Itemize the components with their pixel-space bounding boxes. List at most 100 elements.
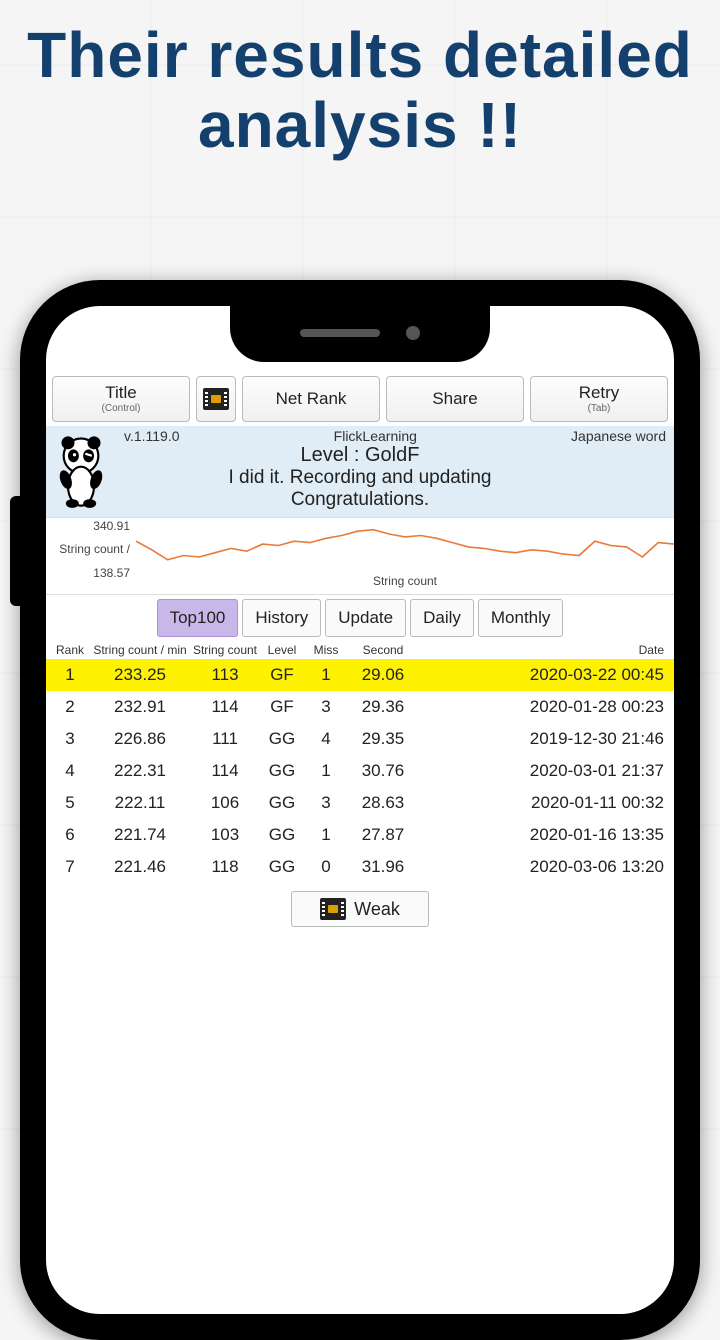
cell: 3 xyxy=(304,697,348,717)
cell: 2 xyxy=(50,697,90,717)
cell: GF xyxy=(260,665,304,685)
cell: GG xyxy=(260,761,304,781)
screen: Title (Control) Net Rank Share Retry (Ta… xyxy=(46,306,674,1314)
cell: 114 xyxy=(190,761,260,781)
phone-frame: Title (Control) Net Rank Share Retry (Ta… xyxy=(20,280,700,1340)
cell: 7 xyxy=(50,857,90,877)
cell: 1 xyxy=(304,761,348,781)
congrats-line2: Congratulations. xyxy=(54,489,666,511)
cell: 2020-01-16 13:35 xyxy=(418,825,670,845)
tab-row: Top100HistoryUpdateDailyMonthly xyxy=(46,595,674,641)
sparkline-chart: 340.91 String count / 138.57 String coun… xyxy=(46,517,674,595)
chart-ymin: 138.57 xyxy=(93,567,130,580)
table-row[interactable]: 6221.74103GG127.872020-01-16 13:35 xyxy=(46,819,674,851)
share-button-label: Share xyxy=(432,390,477,409)
title-button[interactable]: Title (Control) xyxy=(52,376,190,422)
tab-monthly[interactable]: Monthly xyxy=(478,599,564,637)
cell: 29.36 xyxy=(348,697,418,717)
film-icon xyxy=(320,898,346,920)
hdr-sc: String count xyxy=(190,643,260,657)
weak-button[interactable]: Weak xyxy=(291,891,429,927)
cell: 2020-01-28 00:23 xyxy=(418,697,670,717)
weak-button-label: Weak xyxy=(354,899,400,920)
cell: 1 xyxy=(304,665,348,685)
cell: 222.31 xyxy=(90,761,190,781)
retry-button-label: Retry xyxy=(579,384,620,403)
app-name: FlickLearning xyxy=(334,428,417,444)
cell: 118 xyxy=(190,857,260,877)
cell: GG xyxy=(260,729,304,749)
cell: 111 xyxy=(190,729,260,749)
cell: 114 xyxy=(190,697,260,717)
chart-ymax: 340.91 xyxy=(93,520,130,533)
level-text: Level : GoldF xyxy=(54,444,666,467)
netrank-button-label: Net Rank xyxy=(276,390,347,409)
cell: 2020-03-01 21:37 xyxy=(418,761,670,781)
table-row[interactable]: 1233.25113GF129.062020-03-22 00:45 xyxy=(46,659,674,691)
video-button[interactable] xyxy=(196,376,236,422)
cell: 232.91 xyxy=(90,697,190,717)
cell: 3 xyxy=(304,793,348,813)
phone-side-button xyxy=(10,496,24,606)
hdr-rank: Rank xyxy=(50,643,90,657)
chart-y-labels: 340.91 String count / 138.57 xyxy=(46,518,132,594)
promo-headline: Their results detailed analysis !! xyxy=(0,0,720,171)
congrats-line1: I did it. Recording and updating xyxy=(54,467,666,489)
cell: 6 xyxy=(50,825,90,845)
version-text: v.1.119.0 xyxy=(124,428,180,444)
tab-daily[interactable]: Daily xyxy=(410,599,474,637)
cell: 103 xyxy=(190,825,260,845)
cell: 5 xyxy=(50,793,90,813)
cell: 2020-01-11 00:32 xyxy=(418,793,670,813)
chart-xlabel: String count xyxy=(136,574,674,588)
cell: 1 xyxy=(50,665,90,685)
cell: 3 xyxy=(50,729,90,749)
table-row[interactable]: 3226.86111GG429.352019-12-30 21:46 xyxy=(46,723,674,755)
cell: GF xyxy=(260,697,304,717)
cell: 31.96 xyxy=(348,857,418,877)
retry-button[interactable]: Retry (Tab) xyxy=(530,376,668,422)
cell: 233.25 xyxy=(90,665,190,685)
cell: 28.63 xyxy=(348,793,418,813)
table-row[interactable]: 7221.46118GG031.962020-03-06 13:20 xyxy=(46,851,674,883)
cell: GG xyxy=(260,825,304,845)
cell: 2020-03-06 13:20 xyxy=(418,857,670,877)
cell: 29.06 xyxy=(348,665,418,685)
tab-history[interactable]: History xyxy=(242,599,321,637)
cell: 27.87 xyxy=(348,825,418,845)
hdr-date: Date xyxy=(418,643,670,657)
cell: 2020-03-22 00:45 xyxy=(418,665,670,685)
ranking-table: Rank String count / min String count Lev… xyxy=(46,641,674,883)
cell: 221.74 xyxy=(90,825,190,845)
cell: 0 xyxy=(304,857,348,877)
mode-text: Japanese word xyxy=(571,428,666,444)
result-banner: v.1.119.0 FlickLearning Japanese word Le… xyxy=(46,426,674,517)
netrank-button[interactable]: Net Rank xyxy=(242,376,380,422)
hdr-miss: Miss xyxy=(304,643,348,657)
table-row[interactable]: 4222.31114GG130.762020-03-01 21:37 xyxy=(46,755,674,787)
panda-icon xyxy=(48,432,114,510)
cell: 222.11 xyxy=(90,793,190,813)
cell: GG xyxy=(260,857,304,877)
table-row[interactable]: 2232.91114GF329.362020-01-28 00:23 xyxy=(46,691,674,723)
cell: 1 xyxy=(304,825,348,845)
cell: 4 xyxy=(304,729,348,749)
chart-ylabel: String count / xyxy=(59,543,130,556)
retry-button-sub: (Tab) xyxy=(588,403,611,414)
hdr-lvl: Level xyxy=(260,643,304,657)
tab-top100[interactable]: Top100 xyxy=(157,599,239,637)
bottom-button-row: Weak xyxy=(46,883,674,935)
tab-update[interactable]: Update xyxy=(325,599,406,637)
sparkline-svg xyxy=(136,518,674,576)
hdr-scm: String count / min xyxy=(90,643,190,657)
title-button-sub: (Control) xyxy=(102,403,141,414)
table-header-row: Rank String count / min String count Lev… xyxy=(46,641,674,659)
hdr-sec: Second xyxy=(348,643,418,657)
cell: 113 xyxy=(190,665,260,685)
share-button[interactable]: Share xyxy=(386,376,524,422)
cell: 30.76 xyxy=(348,761,418,781)
cell: 29.35 xyxy=(348,729,418,749)
cell: GG xyxy=(260,793,304,813)
table-row[interactable]: 5222.11106GG328.632020-01-11 00:32 xyxy=(46,787,674,819)
cell: 4 xyxy=(50,761,90,781)
